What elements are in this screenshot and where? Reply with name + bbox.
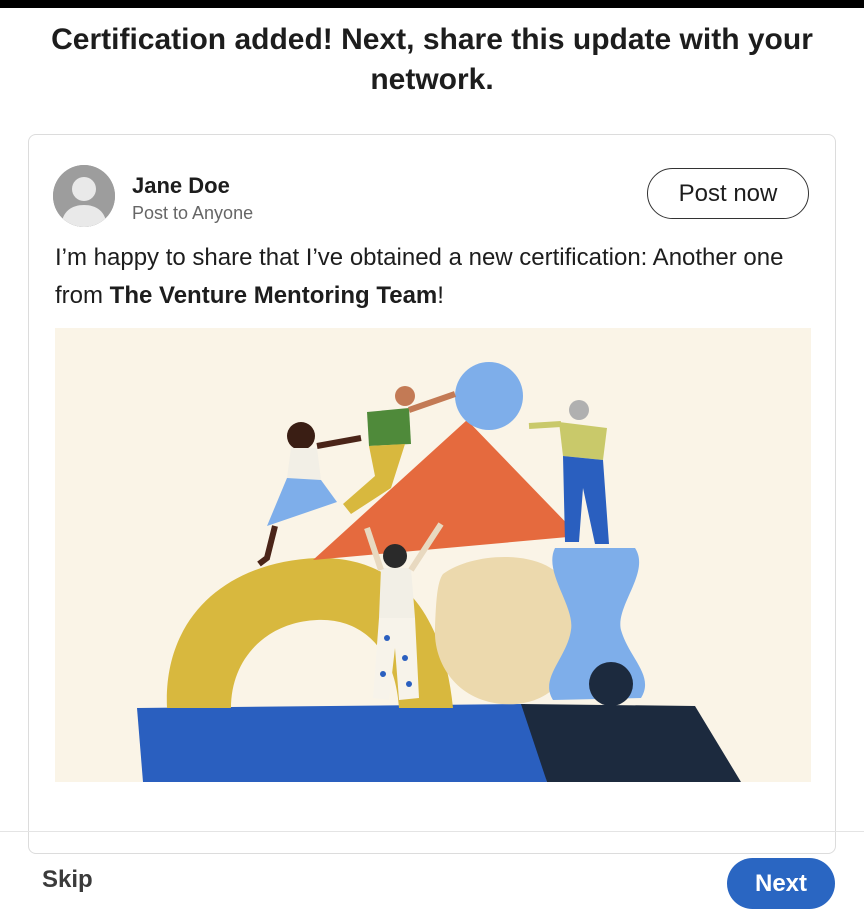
post-text-suffix: !: [437, 282, 444, 309]
post-preview-card: Jane Doe Post to Anyone Post now I’m hap…: [28, 134, 836, 854]
top-edge-bar: [0, 0, 864, 8]
next-button[interactable]: Next: [727, 858, 835, 909]
author-name: Jane Doe: [132, 173, 230, 198]
team-building-shapes-illustration: [55, 328, 811, 782]
footer-divider: [0, 831, 864, 832]
person-silhouette-icon: [53, 165, 115, 227]
post-audience: Post to Anyone: [132, 203, 254, 223]
post-text: I’m happy to share that I’ve obtained a …: [55, 239, 815, 315]
post-now-button[interactable]: Post now: [647, 168, 809, 219]
skip-button[interactable]: Skip: [42, 866, 93, 894]
post-text-organization: The Venture Mentoring Team: [109, 282, 438, 309]
dialog-headline: Certification added! Next, share this up…: [51, 23, 813, 96]
